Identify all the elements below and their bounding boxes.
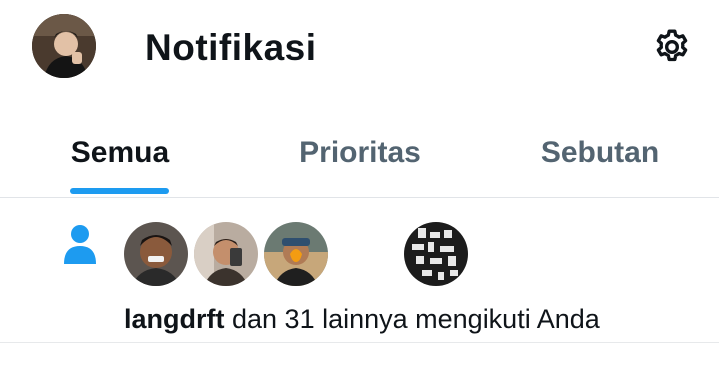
notification-username[interactable]: langdrft [124,304,225,334]
profile-avatar[interactable] [32,14,96,78]
person-icon [64,225,96,264]
follower-avatar[interactable] [124,222,188,286]
top-app-bar: Notifikasi [0,0,719,95]
follower-avatar[interactable] [404,222,468,286]
follower-avatar[interactable] [194,222,258,286]
tab-label: Sebutan [540,135,660,169]
notification-tabs: Semua Prioritas Sebutan [0,108,719,198]
notification-message: dan 31 lainnya mengikuti Anda [224,304,600,334]
tab-semua[interactable]: Semua [46,108,194,197]
active-tab-indicator [70,188,169,194]
notification-item[interactable]: langdrft dan 31 lainnya mengikuti Anda [0,198,719,343]
page-title: Notifikasi [145,27,317,68]
tab-prioritas[interactable]: Prioritas [280,108,440,197]
follower-avatar[interactable] [264,222,328,286]
gear-icon [656,29,688,62]
tab-sebutan[interactable]: Sebutan [520,108,680,197]
tab-label: Prioritas [299,135,421,169]
notification-text: langdrft dan 31 lainnya mengikuti Anda [124,304,600,335]
tab-label: Semua [70,135,170,169]
settings-button[interactable] [649,24,695,70]
